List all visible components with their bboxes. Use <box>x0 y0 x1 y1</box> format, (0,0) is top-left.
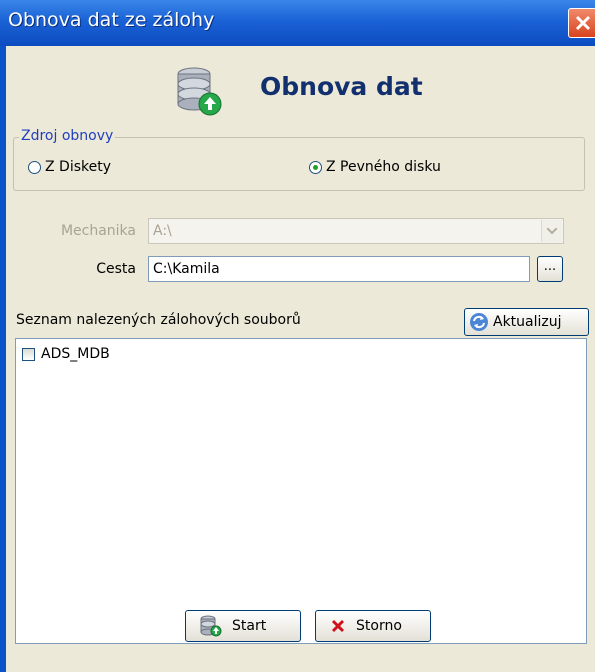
list-item-label: ADS_MDB <box>41 346 110 362</box>
radio-floppy[interactable]: Z Diskety <box>28 159 111 175</box>
title-bar[interactable]: Obnova dat ze zálohy <box>0 0 595 46</box>
radio-hard-disk[interactable]: Z Pevného disku <box>309 159 441 175</box>
start-button[interactable]: Start <box>185 610 301 642</box>
backup-list-label: Seznam nalezených zálohových souborů <box>16 312 301 328</box>
path-input[interactable]: C:\Kamila <box>148 256 530 282</box>
source-group-legend: Zdroj obnovy <box>19 128 116 144</box>
dialog-body: Obnova dat Zdroj obnovy Z Diskety Z Pevn… <box>6 46 595 672</box>
database-restore-icon <box>200 615 222 637</box>
drive-value: A:\ <box>153 223 172 239</box>
close-icon <box>331 619 345 633</box>
radio-hard-disk-label: Z Pevného disku <box>326 159 441 175</box>
page-title: Obnova dat <box>260 72 423 101</box>
cancel-button-label: Storno <box>356 618 402 634</box>
browse-button[interactable]: ... <box>537 256 563 282</box>
close-button[interactable] <box>568 8 595 38</box>
close-icon <box>575 15 591 31</box>
radio-floppy-label: Z Diskety <box>45 159 112 175</box>
refresh-icon <box>470 313 488 331</box>
database-restore-icon <box>177 67 222 116</box>
list-item-checkbox[interactable] <box>22 347 35 361</box>
window-title: Obnova dat ze zálohy <box>8 9 215 31</box>
drive-label: Mechanika <box>60 223 136 239</box>
chevron-down-icon <box>547 228 557 234</box>
dialog-window: Obnova dat ze zálohy Obnova dat Zdroj ob… <box>0 0 595 672</box>
backup-list[interactable]: ADS_MDB <box>15 338 587 644</box>
refresh-button[interactable]: Aktualizuj <box>464 308 589 336</box>
list-item[interactable]: ADS_MDB <box>22 346 110 362</box>
path-label: Cesta <box>96 261 136 277</box>
start-button-label: Start <box>232 618 267 634</box>
path-value: C:\Kamila <box>153 261 220 277</box>
radio-hard-disk-circle[interactable] <box>309 160 322 174</box>
refresh-button-label: Aktualizuj <box>493 314 562 330</box>
drive-select[interactable]: A:\ <box>148 218 564 244</box>
drive-dropdown-button[interactable] <box>541 220 562 242</box>
radio-floppy-circle[interactable] <box>28 160 41 174</box>
cancel-button[interactable]: Storno <box>315 610 431 642</box>
